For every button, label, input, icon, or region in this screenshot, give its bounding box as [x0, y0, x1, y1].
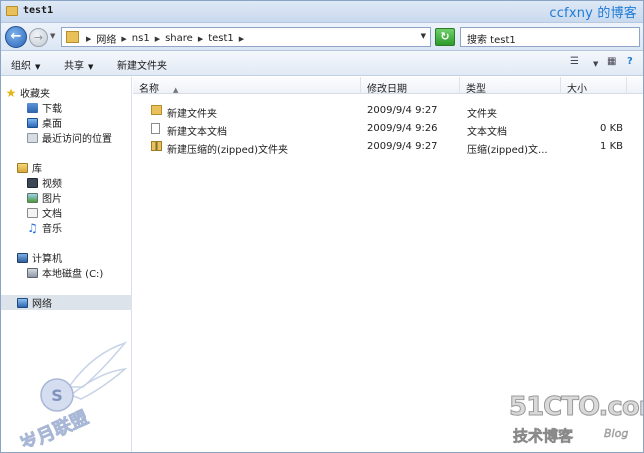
sidebar-item-label: 收藏夹 — [20, 89, 50, 100]
preview-pane-icon[interactable]: ▦ — [607, 56, 616, 67]
column-label: 名称 — [139, 84, 159, 95]
table-row[interactable]: 新建文本文档 2009/9/4 9:26 文本文档 0 KB — [133, 120, 643, 138]
folder-icon — [66, 31, 79, 43]
chevron-right-icon[interactable]: ▶ — [196, 35, 205, 43]
sidebar-item-label: 网络 — [32, 299, 52, 310]
desktop-icon — [27, 117, 38, 128]
file-size: 0 KB — [600, 123, 623, 134]
file-name: 新建文本文档 — [167, 127, 227, 138]
computer-icon — [17, 252, 28, 263]
file-name: 新建压缩的(zipped)文件夹 — [167, 145, 289, 156]
zip-folder-icon — [151, 141, 162, 151]
help-icon[interactable]: ? — [627, 56, 633, 67]
document-icon — [27, 207, 38, 218]
sidebar-item-label: 库 — [32, 164, 42, 175]
chevron-right-icon[interactable]: ▶ — [119, 35, 128, 43]
back-button[interactable]: ← — [5, 26, 27, 48]
file-date: 2009/9/4 9:26 — [367, 123, 438, 134]
share-label: 共享 — [64, 61, 84, 72]
chevron-down-icon[interactable]: ▼ — [421, 32, 426, 40]
organize-label: 组织 — [11, 61, 31, 72]
breadcrumb-test1[interactable]: test1 — [205, 33, 237, 44]
history-dropdown-icon[interactable]: ▼ — [50, 32, 55, 40]
command-bar: 组织 ▼ 共享 ▼ 新建文件夹 ☰ ▼ ▦ ? — [1, 51, 643, 76]
column-header: 名称 ▲ 修改日期 类型 大小 — [133, 77, 643, 95]
sidebar-favorites[interactable]: ★ 收藏夹 — [5, 85, 136, 101]
breadcrumb-ns1[interactable]: ns1 — [129, 33, 153, 44]
blog-watermark: ccfxny 的博客 — [549, 6, 637, 21]
sidebar-network[interactable]: 网络 — [1, 295, 132, 310]
chevron-down-icon: ▼ — [88, 63, 94, 71]
sidebar-item-label: 图片 — [42, 194, 62, 205]
site-watermark-cn: 技术博客 — [513, 427, 574, 446]
view-options-icon[interactable]: ☰ — [570, 56, 579, 67]
column-date[interactable]: 修改日期 — [361, 77, 460, 95]
video-icon — [27, 177, 38, 188]
file-type: 文件夹 — [467, 109, 497, 120]
chevron-right-icon[interactable]: ▶ — [153, 35, 162, 43]
sidebar-computer[interactable]: 计算机 — [17, 250, 148, 265]
chevron-right-icon[interactable]: ▶ — [84, 35, 93, 43]
file-date: 2009/9/4 9:27 — [367, 141, 438, 152]
svg-text:岁月联盟: 岁月联盟 — [17, 406, 92, 447]
text-file-icon — [151, 123, 160, 134]
file-type: 压缩(zipped)文... — [467, 145, 548, 156]
address-row: ← → ▼ ▶ 网络 ▶ ns1 ▶ share ▶ test1 ▶ ▼ ↻ 搜… — [1, 23, 643, 51]
svg-text:S: S — [51, 386, 63, 405]
chevron-down-icon: ▼ — [35, 63, 41, 71]
breadcrumb-share[interactable]: share — [162, 33, 196, 44]
address-bar[interactable]: ▶ 网络 ▶ ns1 ▶ share ▶ test1 ▶ ▼ — [61, 27, 431, 47]
site-watermark: 51CTO.com — [509, 392, 643, 423]
table-row[interactable]: 新建文件夹 2009/9/4 9:27 文件夹 — [133, 102, 643, 120]
new-folder-button[interactable]: 新建文件夹 — [117, 57, 167, 72]
hard-disk-icon — [27, 267, 38, 278]
sidebar-item-label: 计算机 — [32, 254, 62, 265]
file-type: 文本文档 — [467, 127, 507, 138]
recent-places-icon — [27, 132, 38, 143]
site-logo-watermark: S 岁月联盟 — [17, 341, 127, 447]
folder-icon — [6, 6, 18, 16]
breadcrumb-network[interactable]: 网络 — [93, 31, 119, 46]
forward-button[interactable]: → — [29, 28, 48, 47]
network-icon — [17, 297, 28, 308]
chevron-right-icon[interactable]: ▶ — [237, 35, 246, 43]
breadcrumb: ▶ 网络 ▶ ns1 ▶ share ▶ test1 ▶ — [84, 31, 246, 46]
organize-button[interactable]: 组织 ▼ — [11, 57, 40, 72]
file-name: 新建文件夹 — [167, 109, 217, 120]
title-bar[interactable]: test1 ccfxny 的博客 — [1, 1, 643, 23]
sidebar-item-label: 文档 — [42, 209, 62, 220]
sort-up-icon: ▲ — [173, 86, 179, 94]
picture-icon — [27, 192, 38, 203]
sidebar-libraries[interactable]: 库 — [17, 160, 148, 175]
refresh-button[interactable]: ↻ — [435, 28, 455, 46]
column-type[interactable]: 类型 — [460, 77, 561, 95]
sidebar-item-label: 音乐 — [42, 224, 62, 235]
sidebar-item-label: 下载 — [42, 104, 62, 115]
navigation-pane: ★ 收藏夹 下载 桌面 最近访问的位置 库 视频 图片 文档 ♫ 音乐 计算机 … — [1, 77, 132, 452]
explorer-window: test1 ccfxny 的博客 ← → ▼ ▶ 网络 ▶ ns1 ▶ shar… — [0, 0, 644, 453]
sidebar-item-label: 本地磁盘 (C:) — [42, 269, 104, 280]
star-icon: ★ — [5, 85, 17, 100]
share-button[interactable]: 共享 ▼ — [64, 57, 93, 72]
column-name[interactable]: 名称 ▲ — [133, 77, 361, 95]
sidebar-item-label: 最近访问的位置 — [42, 134, 112, 145]
music-icon: ♫ — [27, 220, 38, 235]
download-icon — [27, 102, 38, 113]
table-row[interactable]: 新建压缩的(zipped)文件夹 2009/9/4 9:27 压缩(zipped… — [133, 138, 643, 156]
library-icon — [17, 162, 28, 173]
file-date: 2009/9/4 9:27 — [367, 105, 438, 116]
chevron-down-icon[interactable]: ▼ — [593, 60, 598, 68]
search-input[interactable]: 搜索 test1 — [460, 27, 640, 47]
file-size: 1 KB — [600, 141, 623, 152]
sidebar-item-label: 桌面 — [42, 119, 62, 130]
column-size[interactable]: 大小 — [561, 77, 627, 95]
site-watermark-blog: Blog — [604, 427, 629, 440]
folder-icon — [151, 105, 162, 115]
sidebar-item-label: 视频 — [42, 179, 62, 190]
window-title: test1 — [23, 5, 54, 16]
